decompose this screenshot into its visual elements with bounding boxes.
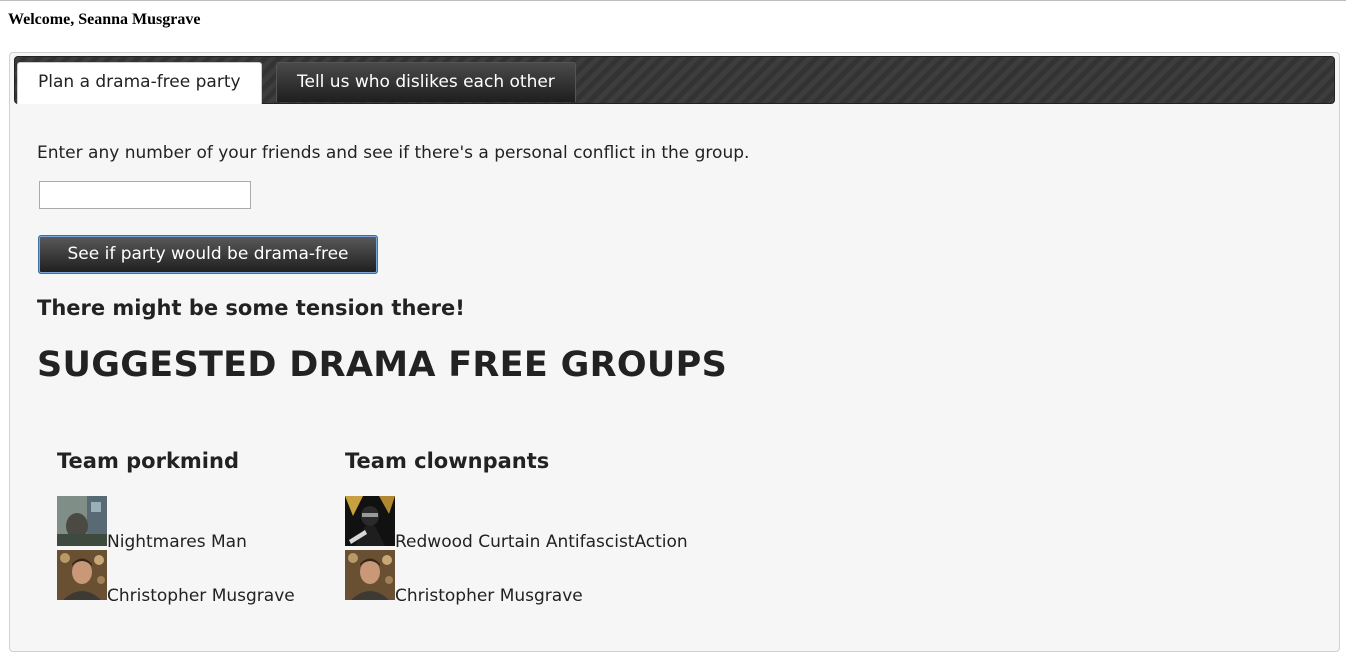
check-party-button[interactable]: See if party would be drama-free [38,235,378,274]
welcome-message: Welcome, Seanna Musgrave [8,11,201,28]
member-name: Nightmares Man [107,532,247,552]
nightmares-man-avatar[interactable] [57,496,107,546]
christopher-musgrave-avatar[interactable] [57,550,107,600]
member-name: Christopher Musgrave [395,586,583,606]
groups-heading: SUGGESTED DRAMA FREE GROUPS [37,345,728,385]
team-title: Team porkmind [57,449,239,473]
tab-bar: Plan a drama-free party Tell us who disl… [14,56,1335,104]
tabs-widget: Plan a drama-free party Tell us who disl… [9,52,1340,652]
member-name: Christopher Musgrave [107,586,295,606]
team-card: Team clownpants Redwood Curtain Antifasc… [345,449,688,606]
tab-plan-party[interactable]: Plan a drama-free party [17,62,262,104]
intro-text: Enter any number of your friends and see… [37,143,750,163]
team-card: Team porkmind Nightmares Man Christopher… [57,449,295,606]
tab-dislikes[interactable]: Tell us who dislikes each other [276,62,576,102]
team-title: Team clownpants [345,449,550,473]
member-name: Redwood Curtain AntifascistAction [395,532,688,552]
christopher-musgrave-avatar[interactable] [345,550,395,600]
redwood-curtain-avatar[interactable] [345,496,395,546]
friends-input[interactable] [39,181,251,209]
result-message: There might be some tension there! [37,296,465,320]
